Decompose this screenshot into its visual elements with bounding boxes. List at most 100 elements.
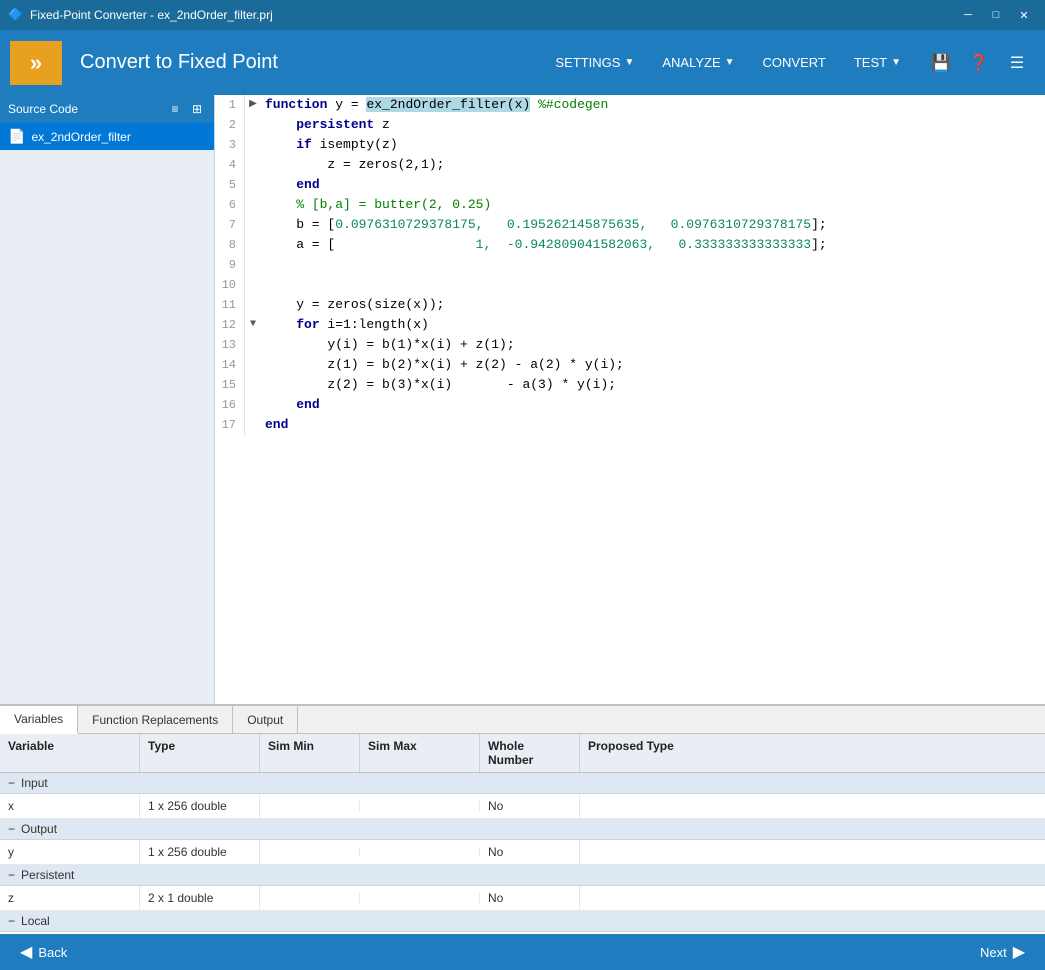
cell-type: 2 x 1 double: [140, 886, 260, 910]
sidebar-header-label: Source Code: [8, 102, 160, 116]
group-row-local[interactable]: − Local: [0, 911, 1045, 932]
test-menu[interactable]: TEST ▼: [842, 49, 913, 76]
cell-whole: No: [480, 886, 580, 910]
code-line: 5 end: [215, 175, 1045, 195]
line-fold-arrow[interactable]: ▼: [245, 315, 261, 335]
analyze-menu[interactable]: ANALYZE ▼: [650, 49, 746, 76]
line-content: end: [261, 175, 320, 195]
line-content: a = [ 1, -0.942809041582063, 0.333333333…: [261, 235, 827, 255]
code-line: 10: [215, 275, 1045, 295]
line-content: for i=1:length(x): [261, 315, 429, 335]
line-number: 2: [215, 115, 245, 135]
line-number: 12: [215, 315, 245, 335]
menu-button[interactable]: ☰: [999, 45, 1035, 81]
cell-proposed: [580, 847, 1045, 857]
maximize-button[interactable]: □: [983, 5, 1009, 25]
table-row: x 1 x 256 double No: [0, 794, 1045, 819]
cell-simmax: [360, 847, 480, 857]
group-row-output[interactable]: − Output: [0, 819, 1045, 840]
bottom-panel: VariablesFunction ReplacementsOutput Var…: [0, 704, 1045, 934]
cell-type: 1 x 256 double: [140, 840, 260, 864]
line-number: 14: [215, 355, 245, 375]
title-bar-text: Fixed-Point Converter - ex_2ndOrder_filt…: [30, 8, 955, 22]
file-icon: 📄: [8, 128, 25, 145]
back-button[interactable]: ◀ Back: [12, 938, 75, 966]
tab-variables[interactable]: Variables: [0, 706, 78, 734]
code-line: 16 end: [215, 395, 1045, 415]
line-number: 7: [215, 215, 245, 235]
line-content: z = zeros(2,1);: [261, 155, 444, 175]
cell-proposed: [580, 801, 1045, 811]
line-content: [261, 255, 273, 275]
line-number: 5: [215, 175, 245, 195]
back-arrow-icon: ◀: [20, 942, 32, 962]
cell-variable: y: [0, 840, 140, 864]
app-icon: 🔷: [8, 7, 24, 23]
list-view-icon[interactable]: ≡: [166, 100, 184, 118]
logo-box: »: [10, 41, 62, 85]
code-line: 13 y(i) = b(1)*x(i) + z(1);: [215, 335, 1045, 355]
sidebar-header: Source Code ≡ ⊞: [0, 95, 214, 123]
next-arrow-icon: ▶: [1013, 942, 1025, 962]
analyze-chevron-icon: ▼: [725, 57, 735, 68]
code-line: 9: [215, 255, 1045, 275]
line-number: 3: [215, 135, 245, 155]
cell-whole: No: [480, 840, 580, 864]
line-number: 16: [215, 395, 245, 415]
save-button[interactable]: 💾: [923, 45, 959, 81]
cell-proposed: [580, 893, 1045, 903]
collapse-icon: −: [8, 776, 15, 790]
sidebar-item-filter[interactable]: 📄 ex_2ndOrder_filter: [0, 123, 214, 150]
code-line: 6 % [b,a] = butter(2, 0.25): [215, 195, 1045, 215]
help-button[interactable]: ❓: [961, 45, 997, 81]
test-chevron-icon: ▼: [891, 57, 901, 68]
line-number: 1: [215, 95, 245, 115]
toolbar-right-icons: 💾 ❓ ☰: [923, 45, 1035, 81]
code-line: 12▼ for i=1:length(x): [215, 315, 1045, 335]
tab-function-replacements[interactable]: Function Replacements: [78, 706, 233, 733]
collapse-icon: −: [8, 914, 15, 928]
grid-view-icon[interactable]: ⊞: [188, 100, 206, 118]
variables-table[interactable]: Variable Type Sim Min Sim Max Whole Numb…: [0, 734, 1045, 934]
code-editor[interactable]: 1▶function y = ex_2ndOrder_filter(x) %#c…: [215, 95, 1045, 704]
table-row: y 1 x 256 double No: [0, 840, 1045, 865]
line-fold-arrow[interactable]: ▶: [245, 95, 261, 115]
code-line: 3 if isempty(z): [215, 135, 1045, 155]
sidebar-header-icons: ≡ ⊞: [166, 100, 206, 118]
cell-simmax: [360, 893, 480, 903]
settings-menu[interactable]: SETTINGS ▼: [543, 49, 646, 76]
tabs-bar: VariablesFunction ReplacementsOutput: [0, 706, 1045, 734]
group-row-persistent[interactable]: − Persistent: [0, 865, 1045, 886]
line-content: [261, 275, 273, 295]
code-line: 1▶function y = ex_2ndOrder_filter(x) %#c…: [215, 95, 1045, 115]
window-controls: ─ □ ✕: [955, 5, 1037, 25]
line-number: 10: [215, 275, 245, 295]
cell-whole: No: [480, 794, 580, 818]
line-content: y = zeros(size(x));: [261, 295, 444, 315]
line-content: z(1) = b(2)*x(i) + z(2) - a(2) * y(i);: [261, 355, 624, 375]
convert-menu[interactable]: CONVERT: [751, 49, 838, 76]
line-number: 6: [215, 195, 245, 215]
app-title: Convert to Fixed Point: [80, 51, 533, 74]
tab-output[interactable]: Output: [233, 706, 298, 733]
minimize-button[interactable]: ─: [955, 5, 981, 25]
toolbar-menu: SETTINGS ▼ ANALYZE ▼ CONVERT TEST ▼: [543, 49, 913, 76]
line-content: function y = ex_2ndOrder_filter(x) %#cod…: [261, 95, 608, 115]
title-bar: 🔷 Fixed-Point Converter - ex_2ndOrder_fi…: [0, 0, 1045, 30]
logo-icon: »: [30, 50, 42, 76]
next-button[interactable]: Next ▶: [972, 938, 1033, 966]
content-area: Source Code ≡ ⊞ 📄 ex_2ndOrder_filter 1▶f…: [0, 95, 1045, 704]
line-number: 9: [215, 255, 245, 275]
collapse-icon: −: [8, 822, 15, 836]
code-line: 2 persistent z: [215, 115, 1045, 135]
group-row-input[interactable]: − Input: [0, 773, 1045, 794]
close-button[interactable]: ✕: [1011, 5, 1037, 25]
settings-chevron-icon: ▼: [624, 57, 634, 68]
cell-simmax: [360, 801, 480, 811]
cell-simmin: [260, 847, 360, 857]
cell-type: 1 x 256 double: [140, 794, 260, 818]
cell-variable: z: [0, 886, 140, 910]
line-number: 15: [215, 375, 245, 395]
line-number: 11: [215, 295, 245, 315]
code-line: 8 a = [ 1, -0.942809041582063, 0.3333333…: [215, 235, 1045, 255]
